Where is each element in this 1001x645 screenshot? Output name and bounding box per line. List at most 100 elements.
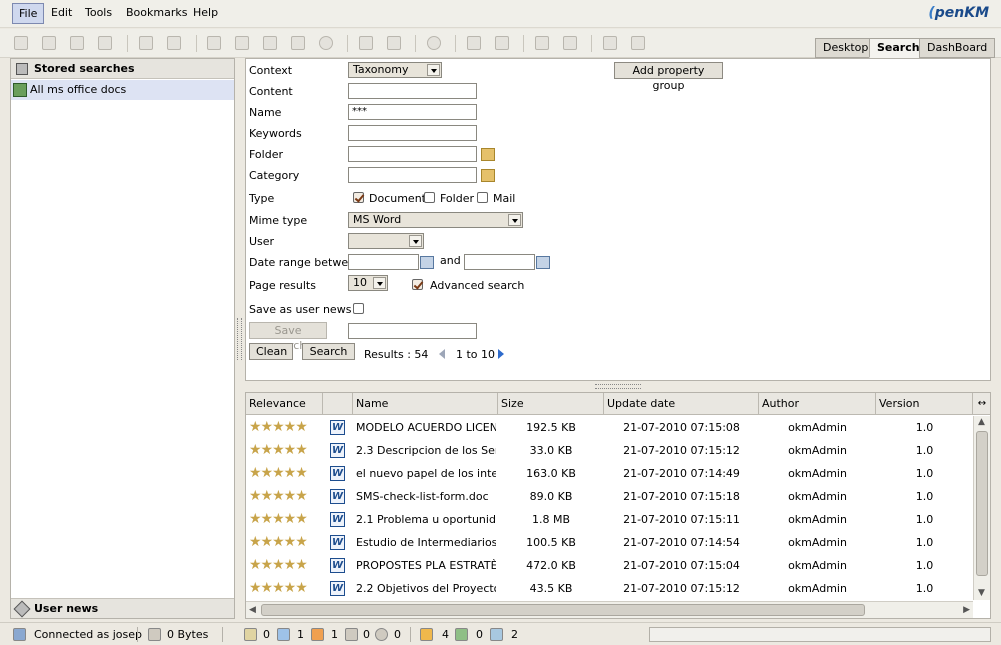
user-news-header[interactable]: User news	[11, 598, 234, 618]
name-input[interactable]: ***	[348, 104, 477, 120]
menu-bookmarks[interactable]: Bookmarks	[120, 3, 193, 24]
column-author[interactable]: Author	[759, 393, 876, 415]
search-button[interactable]: Search	[302, 343, 355, 360]
remove-subscription-icon[interactable]	[495, 36, 509, 50]
keywords-input[interactable]	[348, 125, 477, 141]
vertical-splitter[interactable]	[237, 318, 242, 360]
scroll-up-icon[interactable]: ▲	[978, 417, 985, 427]
vertical-scrollbar[interactable]: ▲ ▼	[973, 416, 990, 600]
cell-name[interactable]: PROPOSTES PLA ESTRATÈC	[356, 554, 496, 577]
column-resize-icon[interactable]: ↔	[974, 393, 990, 415]
table-row[interactable]: ★★★★★ W PROPOSTES PLA ESTRATÈC 472.0 KB 21-0…	[246, 554, 973, 577]
column-relevance[interactable]: Relevance	[246, 393, 323, 415]
cell-name[interactable]: MODELO ACUERDO LICENCI	[356, 416, 496, 439]
table-row[interactable]: ★★★★★ W Estudio de Intermediarios turis 100…	[246, 531, 973, 554]
category-input[interactable]	[348, 167, 477, 183]
relevance-stars-icon: ★★★★★	[249, 419, 308, 435]
cancel-checkout-icon[interactable]	[291, 36, 305, 50]
refresh-icon[interactable]	[535, 36, 549, 50]
table-row[interactable]: ★★★★★ W MODELO ACUERDO LICENCI 192.5 KB 21-0…	[246, 416, 973, 439]
cell-name[interactable]: Estudio de Intermediarios turis	[356, 531, 496, 554]
cell-name[interactable]: SMS-check-list-form.doc	[356, 485, 496, 508]
advanced-search-checkbox[interactable]	[412, 279, 423, 290]
menu-file[interactable]: File	[12, 3, 45, 24]
workflow-icon[interactable]	[375, 628, 388, 641]
add-document-icon[interactable]	[207, 36, 221, 50]
horizontal-scrollbar[interactable]: ◀ ▶	[246, 601, 973, 618]
save-news-checkbox[interactable]	[353, 303, 364, 314]
type-mail-checkbox[interactable]	[477, 192, 488, 203]
mime-type-select[interactable]: MS Word	[348, 212, 523, 228]
notes-icon[interactable]	[345, 628, 358, 641]
add-property-group-icon[interactable]	[359, 36, 373, 50]
news-folders-icon[interactable]	[455, 628, 468, 641]
table-row[interactable]: ★★★★★ W SMS-check-list-form.doc 89.0 KB 21-0…	[246, 485, 973, 508]
column-type[interactable]	[323, 393, 353, 415]
menu-help[interactable]: Help	[187, 3, 224, 24]
edit-icon[interactable]	[235, 36, 249, 50]
stored-search-item[interactable]: All ms office docs	[11, 80, 234, 100]
type-folder-checkbox[interactable]	[424, 192, 435, 203]
cell-name[interactable]: 2.1 Problema u oportunidad.d	[356, 508, 496, 531]
tab-dashboard[interactable]: DashBoard	[919, 38, 996, 58]
table-row[interactable]: ★★★★★ W 2.3 Descripcion de los Servicio 33.…	[246, 439, 973, 462]
lock-icon[interactable]	[139, 36, 153, 50]
delete-icon[interactable]	[319, 36, 333, 50]
checkout-docs-icon[interactable]	[277, 628, 290, 641]
table-row[interactable]: ★★★★★ W 2.1 Problema u oportunidad.d 1.8 MB…	[246, 508, 973, 531]
folder-picker-icon[interactable]	[481, 148, 495, 161]
menu-edit[interactable]: Edit	[45, 3, 78, 24]
download-icon[interactable]	[70, 36, 84, 50]
scroll-left-icon[interactable]: ◀	[249, 605, 256, 615]
save-search-name-input[interactable]	[348, 323, 477, 339]
unlock-icon[interactable]	[167, 36, 181, 50]
column-size[interactable]: Size	[498, 393, 604, 415]
scanner-icon[interactable]	[603, 36, 617, 50]
content-input[interactable]	[348, 83, 477, 99]
date-from-input[interactable]	[348, 254, 419, 270]
cell-name[interactable]: 2.2 Objetivos del Proyecto.doc	[356, 577, 496, 600]
clean-button[interactable]: Clean	[249, 343, 293, 360]
column-name[interactable]: Name	[353, 393, 498, 415]
add-subscription-icon[interactable]	[467, 36, 481, 50]
menu-tools[interactable]: Tools	[79, 3, 118, 24]
column-update-date[interactable]: Update date	[604, 393, 759, 415]
add-property-group-button[interactable]: Add property group	[614, 62, 723, 92]
table-row[interactable]: ★★★★★ Wel nuevo papel de los intermec 163.…	[246, 462, 973, 485]
folder-input[interactable]	[348, 146, 477, 162]
cell-name[interactable]: 2.3 Descripcion de los Servicio	[356, 439, 496, 462]
create-folder-icon[interactable]	[14, 36, 28, 50]
page-results-select[interactable]: 10	[348, 275, 388, 291]
category-picker-icon[interactable]	[481, 169, 495, 182]
find-folder-icon[interactable]	[42, 36, 56, 50]
workflow-icon[interactable]	[427, 36, 441, 50]
download-pdf-icon[interactable]	[98, 36, 112, 50]
tab-desktop[interactable]: Desktop	[815, 38, 877, 58]
user-select[interactable]	[348, 233, 424, 249]
stored-searches-header[interactable]: Stored searches	[11, 59, 234, 79]
scroll-thumb[interactable]	[976, 431, 988, 576]
scroll-down-icon[interactable]: ▼	[978, 588, 985, 598]
save-search-button[interactable]: Save search	[249, 322, 327, 352]
uploader-icon[interactable]	[631, 36, 645, 50]
next-page-icon[interactable]	[498, 349, 504, 359]
type-document-checkbox[interactable]	[353, 192, 364, 203]
subscribed-docs-icon[interactable]	[311, 628, 324, 641]
horizontal-splitter[interactable]	[595, 384, 641, 389]
context-select[interactable]: Taxonomy	[348, 62, 442, 78]
date-to-input[interactable]	[464, 254, 535, 270]
scroll-thumb[interactable]	[261, 604, 865, 616]
checkin-icon[interactable]	[263, 36, 277, 50]
news-mails-icon[interactable]	[490, 628, 503, 641]
scroll-right-icon[interactable]: ▶	[963, 605, 970, 615]
previous-page-icon[interactable]	[439, 349, 445, 359]
locked-docs-icon[interactable]	[244, 628, 257, 641]
column-version[interactable]: Version	[876, 393, 973, 415]
remove-property-group-icon[interactable]	[387, 36, 401, 50]
calendar-icon[interactable]	[420, 256, 434, 269]
cell-name[interactable]: el nuevo papel de los intermec	[356, 462, 496, 485]
home-icon[interactable]	[563, 36, 577, 50]
news-documents-icon[interactable]	[420, 628, 433, 641]
table-row[interactable]: ★★★★★ W 2.2 Objetivos del Proyecto.doc 43.5…	[246, 577, 973, 600]
calendar-icon[interactable]	[536, 256, 550, 269]
